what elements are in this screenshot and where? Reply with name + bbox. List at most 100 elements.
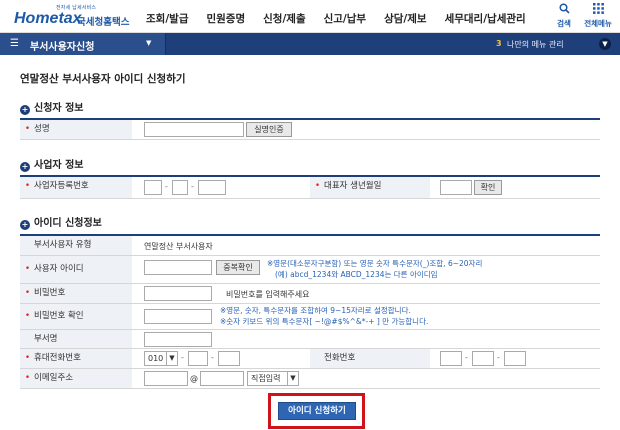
nav-item-filing[interactable]: 신고/납부	[324, 11, 366, 26]
password-hint: 비밀번호를 입력해주세요	[226, 290, 310, 299]
current-menu-selector[interactable]: ☰ 부서사용자신청 ▼	[0, 33, 166, 55]
phone-middle-input[interactable]	[472, 351, 494, 366]
mobile-label: 휴대전화번호	[34, 353, 81, 363]
nav-item-consult[interactable]: 상담/제보	[384, 11, 426, 26]
mobile-middle-input[interactable]	[188, 351, 208, 366]
section-bullet-icon: +	[20, 162, 30, 172]
type-label-cell: 부서사용자 유형	[20, 236, 132, 255]
email-domain-select[interactable]: 직접입력 ▼	[247, 371, 299, 386]
pw-confirm-label: 비밀번호 확인	[34, 311, 84, 321]
password-input[interactable]	[144, 286, 212, 301]
table-row: • 성명 실명인증	[20, 120, 600, 140]
dept-label: 부서명	[34, 334, 58, 344]
search-icon	[549, 3, 579, 15]
dash-separator: -	[465, 353, 468, 362]
pw-note-1: ※영문, 숫자, 특수문자를 조합하여 9~15자리로 설정합니다.	[220, 306, 411, 315]
biz-no-input-1[interactable]	[144, 180, 162, 195]
dash-separator: -	[165, 182, 168, 191]
required-mark: •	[25, 181, 31, 191]
search-button[interactable]: 검색	[549, 3, 579, 29]
chevron-down-icon: ▼	[287, 372, 298, 385]
phone-last-input[interactable]	[504, 351, 526, 366]
biz-no-input-2[interactable]	[172, 180, 188, 195]
email-label-cell: • 이메일주소	[20, 369, 132, 388]
table-row: • 휴대전화번호 010 ▼ - - 전화번호 - -	[20, 349, 600, 369]
user-id-input[interactable]	[144, 260, 212, 275]
email-local-input[interactable]	[144, 371, 188, 386]
id-label: 사용자 아이디	[34, 264, 84, 274]
section-title: 사업자 정보	[34, 160, 84, 171]
table-row: 부서사용자 유형 연말정산 부서사용자	[20, 236, 600, 256]
table-row: • 비밀번호 확인 ※영문, 숫자, 특수문자를 조합하여 9~15자리로 설정합…	[20, 304, 600, 330]
id-note-1: ※영문(대소문자구분함) 또는 영문 숫자 특수문자(_)조합, 6~20자리	[267, 259, 483, 268]
email-domain-input[interactable]	[200, 371, 244, 386]
table-row: • 사용자 아이디 중복확인 ※영문(대소문자구분함) 또는 영문 숫자 특수문자…	[20, 256, 600, 284]
section-title: 신청자 정보	[34, 103, 84, 114]
type-label: 부서사용자 유형	[34, 240, 92, 250]
phone-label-cell: 전화번호	[310, 349, 430, 368]
name-input[interactable]	[144, 122, 244, 137]
id-note-2: (예) abcd_1234와 ABCD_1234는 다른 아이디임	[275, 270, 438, 279]
phone-area-input[interactable]	[440, 351, 462, 366]
dash-separator: -	[191, 182, 194, 191]
section-title: 아이디 신청정보	[34, 218, 102, 229]
table-row: 부서명	[20, 330, 600, 349]
department-input[interactable]	[144, 332, 212, 347]
sub-navbar: ☰ 부서사용자신청 ▼ 3 나만의 메뉴 관리 ▼	[0, 33, 620, 55]
phone-label: 전화번호	[324, 353, 356, 363]
required-mark: •	[25, 373, 31, 383]
verify-name-button[interactable]: 실명인증	[246, 122, 292, 137]
pw-note-2: ※숫자 키보드 위의 특수문자[ ~!@#$%^&*-+ ] 만 가능합니다.	[220, 317, 429, 326]
ceo-birth-label: 대표자 생년월일	[324, 181, 382, 191]
required-mark: •	[25, 311, 31, 321]
business-table: • 사업자등록번호 - - • 대표자 생년월일 확인	[20, 175, 600, 199]
grid-icon	[583, 3, 613, 15]
biz-no-input-3[interactable]	[198, 180, 226, 195]
nav-item-inquiry[interactable]: 조회/발급	[146, 11, 188, 26]
ceo-birth-label-cell: • 대표자 생년월일	[310, 177, 430, 198]
biz-no-label-cell: • 사업자등록번호	[20, 177, 132, 198]
section-account: + 아이디 신청정보	[20, 214, 102, 230]
nav-item-agent[interactable]: 세무대리/납세관리	[445, 11, 526, 26]
mobile-prefix-value: 010	[148, 354, 164, 363]
hometax-logo[interactable]: 전자세 납세서비스 Hometax 국세청홈택스	[14, 4, 132, 30]
table-row: • 사업자등록번호 - - • 대표자 생년월일 확인	[20, 177, 600, 199]
account-table: 부서사용자 유형 연말정산 부서사용자 • 사용자 아이디 중복확인 ※영문(대소…	[20, 234, 600, 389]
email-at-sign: @	[190, 374, 198, 383]
all-menu-button[interactable]: 전체메뉴	[583, 3, 613, 29]
my-menu-link[interactable]: 나만의 메뉴 관리	[507, 39, 564, 50]
name-label-cell: • 성명	[20, 120, 132, 139]
mobile-last-input[interactable]	[218, 351, 240, 366]
password-confirm-input[interactable]	[144, 309, 212, 324]
logo-brand-korean: 국세청홈택스	[77, 17, 130, 28]
table-row: • 비밀번호 비밀번호를 입력해주세요	[20, 284, 600, 304]
my-menu-count: 3	[496, 39, 502, 48]
name-label: 성명	[34, 124, 50, 134]
search-label: 검색	[557, 19, 571, 28]
confirm-button[interactable]: 확인	[474, 180, 502, 195]
dropdown-arrow-icon: ▼	[146, 39, 152, 47]
pw-confirm-label-cell: • 비밀번호 확인	[20, 304, 132, 329]
dash-separator: -	[497, 353, 500, 362]
required-mark: •	[25, 124, 31, 134]
dash-separator: -	[211, 353, 214, 362]
chevron-down-icon[interactable]: ▼	[599, 38, 611, 50]
dept-label-cell: 부서명	[20, 330, 132, 348]
nav-item-certificate[interactable]: 민원증명	[206, 11, 245, 26]
submit-id-application-button[interactable]: 아이디 신청하기	[278, 402, 356, 420]
duplicate-check-button[interactable]: 중복확인	[216, 260, 260, 275]
required-mark: •	[315, 181, 321, 191]
page-title: 연말정산 부서사용자 아이디 신청하기	[20, 73, 186, 85]
mobile-prefix-select[interactable]: 010 ▼	[144, 351, 178, 366]
section-applicant: + 신청자 정보	[20, 99, 83, 115]
email-domain-option: 직접입력	[251, 374, 281, 383]
nav-item-application[interactable]: 신청/제출	[263, 11, 305, 26]
section-bullet-icon: +	[20, 105, 30, 115]
biz-no-label: 사업자등록번호	[34, 181, 89, 191]
mobile-label-cell: • 휴대전화번호	[20, 349, 132, 368]
table-row: • 이메일주소 @ 직접입력 ▼	[20, 369, 600, 389]
required-mark: •	[25, 353, 31, 363]
ceo-birth-input[interactable]	[440, 180, 472, 195]
section-bullet-icon: +	[20, 220, 30, 230]
id-label-cell: • 사용자 아이디	[20, 256, 132, 283]
